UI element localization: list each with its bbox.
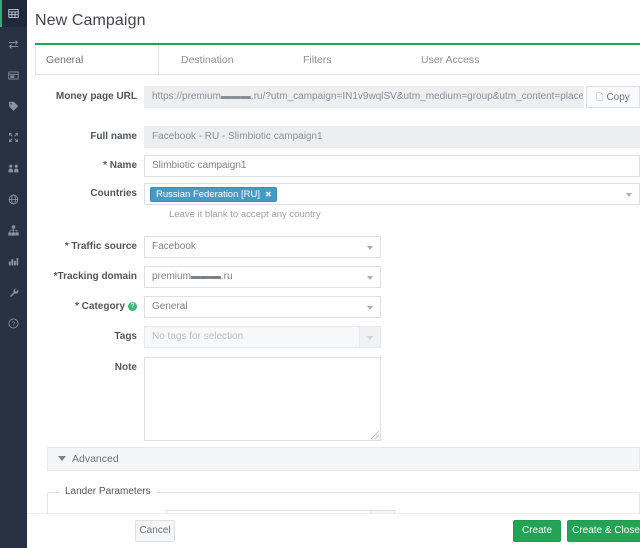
sidebar-item-domains[interactable] [0, 186, 27, 213]
tracking-domain-select[interactable]: premium▬▬▬.ru [144, 266, 381, 288]
chevron-down-icon[interactable] [367, 276, 373, 280]
sidebar-item-flows[interactable] [0, 124, 27, 151]
tab-bar: General Destination Filters User Access [35, 45, 640, 75]
tab-general[interactable]: General [35, 45, 159, 75]
create-and-close-button[interactable]: Create & Close [567, 520, 640, 542]
tab-bar-divider [35, 74, 640, 75]
sitemap-icon [8, 225, 19, 236]
category-select[interactable]: General [144, 296, 381, 318]
money-page-url-input[interactable]: https://premium▬▬▬.ru/?utm_campaign=IN1v… [144, 86, 584, 108]
money-page-url-label: Money page URL [55, 91, 137, 102]
globe-icon [8, 194, 19, 205]
countries-label: Countries [90, 188, 137, 199]
cancel-button[interactable]: Cancel [135, 520, 175, 542]
tag-icon [8, 101, 19, 112]
tab-destination[interactable]: Destination [171, 45, 244, 75]
question-circle-icon: ? [8, 318, 19, 329]
category-value: General [152, 301, 188, 312]
sidebar-item-groups[interactable] [0, 217, 27, 244]
money-page-url-row: Money page URL https://premium▬▬▬.ru/?ut… [27, 86, 640, 108]
full-name-label: Full name [90, 131, 137, 142]
sidebar-item-landers[interactable] [0, 62, 27, 89]
sidebar-item-traffic[interactable] [0, 31, 27, 58]
chevron-down-icon[interactable] [626, 193, 632, 197]
country-chip-label: Russian Federation [RU] [156, 189, 261, 200]
sidebar-item-settings[interactable] [0, 279, 27, 306]
name-row: * Name Slimbiotic campaign1 [27, 155, 640, 177]
sidebar-item-dashboard[interactable] [0, 0, 27, 27]
page-title: New Campaign [35, 12, 146, 29]
tags-label: Tags [114, 331, 137, 342]
copy-button-label: Copy [606, 92, 630, 103]
tracking-domain-row: *Tracking domain premium▬▬▬.ru [27, 266, 640, 288]
sidebar-item-affiliates[interactable] [0, 155, 27, 182]
note-label: Note [114, 362, 137, 373]
name-input[interactable]: Slimbiotic campaign1 [144, 155, 640, 177]
category-label-text: * Category [74, 301, 125, 312]
tags-row: Tags No tags for selection [27, 326, 640, 348]
users-icon [8, 163, 19, 174]
advanced-section-header[interactable]: Advanced [47, 447, 640, 471]
copy-icon: 🗋 [596, 92, 604, 102]
tracking-domain-value: premium▬▬▬.ru [152, 271, 233, 282]
country-chip[interactable]: Russian Federation [RU] ✖ [150, 187, 277, 202]
name-label: * Name [103, 160, 137, 171]
grid-icon [8, 8, 19, 19]
full-name-row: Full name Facebook - RU - Slimbiotic cam… [27, 126, 640, 148]
window-icon [8, 70, 19, 81]
countries-multiselect[interactable]: Russian Federation [RU] ✖ [144, 183, 640, 205]
chevron-down-icon[interactable] [367, 246, 373, 250]
expand-arrows-icon [8, 132, 19, 143]
app-sidebar: ? [0, 0, 27, 548]
tags-select: No tags for selection [144, 326, 381, 348]
traffic-source-label: * Traffic source [64, 241, 137, 252]
note-textarea[interactable] [144, 357, 381, 441]
question-circle-icon[interactable]: ? [128, 301, 137, 311]
tags-placeholder: No tags for selection [152, 331, 244, 342]
copy-button[interactable]: 🗋 Copy [586, 86, 640, 108]
traffic-source-select[interactable]: Facebook [144, 236, 381, 258]
chevron-down-icon [367, 336, 373, 340]
dialog-footer: Cancel Create Create & Close [27, 513, 640, 548]
traffic-source-row: * Traffic source Facebook [27, 236, 640, 258]
exchange-arrows-icon [8, 39, 19, 50]
svg-text:?: ? [12, 321, 16, 328]
campaign-editor-window: ? New Campaign General Destination Filte… [0, 0, 640, 548]
category-label: * Category? [27, 296, 137, 318]
countries-hint: Leave it blank to accept any country [169, 209, 321, 220]
wrench-icon [8, 287, 19, 298]
category-row: * Category? General [27, 296, 640, 318]
tab-filters[interactable]: Filters [293, 45, 342, 75]
advanced-label: Advanced [72, 453, 119, 465]
resize-handle-icon[interactable] [371, 431, 379, 439]
lander-parameters-legend: Lander Parameters [60, 486, 156, 497]
chevron-down-icon[interactable] [367, 306, 373, 310]
main-content: New Campaign General Destination Filters… [27, 0, 640, 548]
create-button[interactable]: Create [513, 520, 561, 542]
traffic-source-value: Facebook [152, 241, 196, 252]
note-row: Note [27, 357, 640, 441]
close-icon[interactable]: ✖ [265, 190, 272, 199]
chevron-down-icon [58, 456, 66, 461]
bar-chart-icon [8, 256, 19, 267]
tab-user-access[interactable]: User Access [411, 45, 489, 75]
sidebar-item-offers[interactable] [0, 93, 27, 120]
tracking-domain-label: *Tracking domain [53, 271, 137, 282]
sidebar-item-help[interactable]: ? [0, 310, 27, 337]
sidebar-item-reports[interactable] [0, 248, 27, 275]
full-name-input: Facebook - RU - Slimbiotic campaign1 [144, 126, 640, 148]
countries-row: Countries Russian Federation [RU] ✖ [27, 183, 640, 205]
